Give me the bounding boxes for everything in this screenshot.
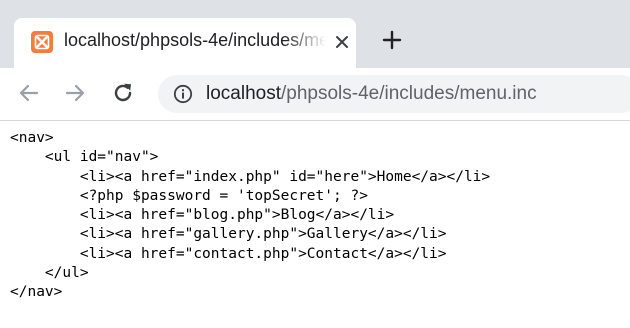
- arrow-left-icon[interactable]: [16, 80, 42, 106]
- code-line: <ul id="nav">: [10, 149, 159, 166]
- code-line: <li><a href="gallery.php">Gallery</a></l…: [10, 226, 447, 243]
- code-line: <li><a href="blog.php">Blog</a></li>: [10, 207, 395, 224]
- url-path: /phpsols-4e/includes/menu.inc: [281, 83, 537, 104]
- info-icon[interactable]: [173, 84, 193, 104]
- code-line: <li><a href="index.php" id="here">Home</…: [10, 168, 491, 185]
- arrow-right-icon[interactable]: [62, 80, 88, 106]
- browser-toolbar: localhost/phpsols-4e/includes/menu.inc: [0, 68, 630, 121]
- code-line: </ul>: [10, 265, 89, 282]
- close-icon[interactable]: [331, 31, 353, 53]
- page-source-content: <nav> <ul id="nav"> <li><a href="index.p…: [10, 129, 622, 303]
- code-line: <nav>: [10, 130, 54, 146]
- address-bar[interactable]: localhost/phpsols-4e/includes/menu.inc: [158, 75, 630, 113]
- reload-icon[interactable]: [110, 80, 136, 106]
- code-line: </nav>: [10, 284, 63, 301]
- code-line: <li><a href="contact.php">Contact</a></l…: [10, 245, 447, 262]
- tab-strip: localhost/phpsols-4e/includes/menu.inc: [0, 0, 630, 68]
- url-host: localhost: [206, 83, 281, 104]
- xampp-icon: [31, 31, 53, 53]
- tab-title: localhost/phpsols-4e/includes/menu.inc: [64, 30, 326, 50]
- plus-icon[interactable]: [381, 29, 403, 51]
- code-line: <?php $password = 'topSecret'; ?>: [10, 187, 368, 204]
- url-text: localhost/phpsols-4e/includes/menu.inc: [206, 83, 537, 105]
- browser-tab[interactable]: localhost/phpsols-4e/includes/menu.inc: [14, 18, 356, 68]
